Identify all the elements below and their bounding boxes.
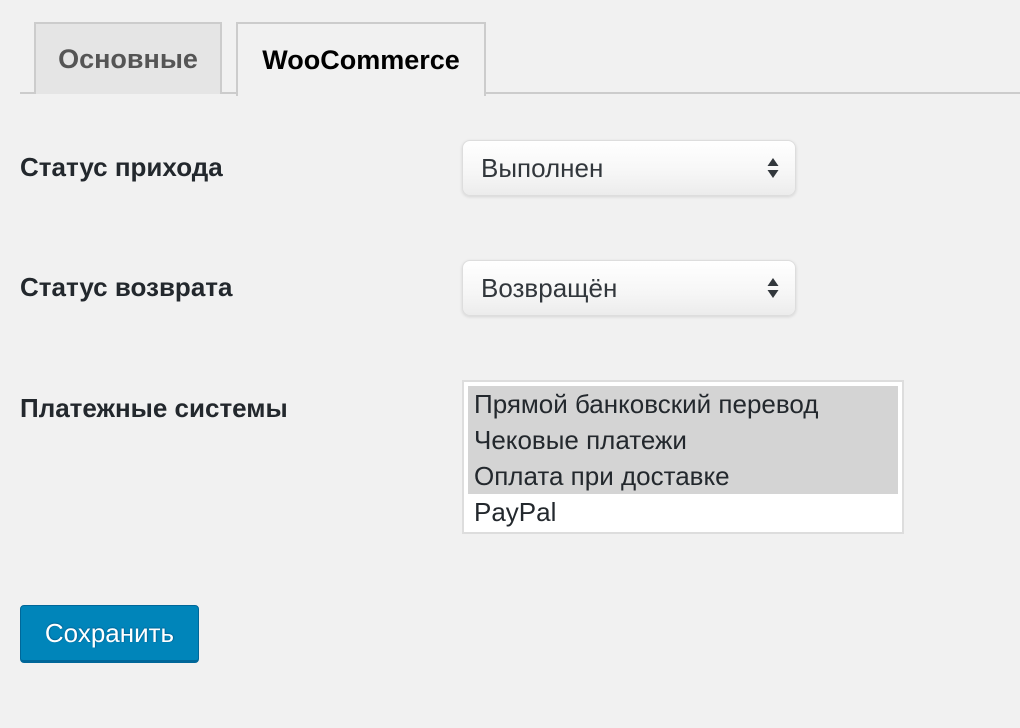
select-arrows-icon xyxy=(767,157,779,179)
refund-status-select[interactable]: Возвращён xyxy=(462,260,796,316)
tab-bar: Основные WooCommerce xyxy=(20,0,1020,96)
payment-systems-label: Платежные системы xyxy=(20,393,288,423)
save-button[interactable]: Сохранить xyxy=(20,605,199,663)
payment-option-cod[interactable]: Оплата при доставке xyxy=(468,458,898,494)
payment-option-paypal[interactable]: PayPal xyxy=(468,494,898,530)
income-status-value: Выполнен xyxy=(481,152,604,183)
settings-page: Основные WooCommerce Статус прихода Выпо… xyxy=(0,0,1020,728)
payment-option-cheque[interactable]: Чековые платежи xyxy=(468,422,898,458)
payment-systems-listbox[interactable]: Прямой банковский перевод Чековые платеж… xyxy=(462,380,904,534)
tab-basic[interactable]: Основные xyxy=(34,22,222,94)
income-status-select[interactable]: Выполнен xyxy=(462,140,796,196)
refund-status-label: Статус возврата xyxy=(20,272,233,302)
income-status-label: Статус прихода xyxy=(20,152,223,182)
select-arrows-icon xyxy=(767,277,779,299)
payment-option-bank-transfer[interactable]: Прямой банковский перевод xyxy=(468,386,898,422)
tab-woocommerce[interactable]: WooCommerce xyxy=(236,22,486,96)
refund-status-value: Возвращён xyxy=(481,272,618,303)
